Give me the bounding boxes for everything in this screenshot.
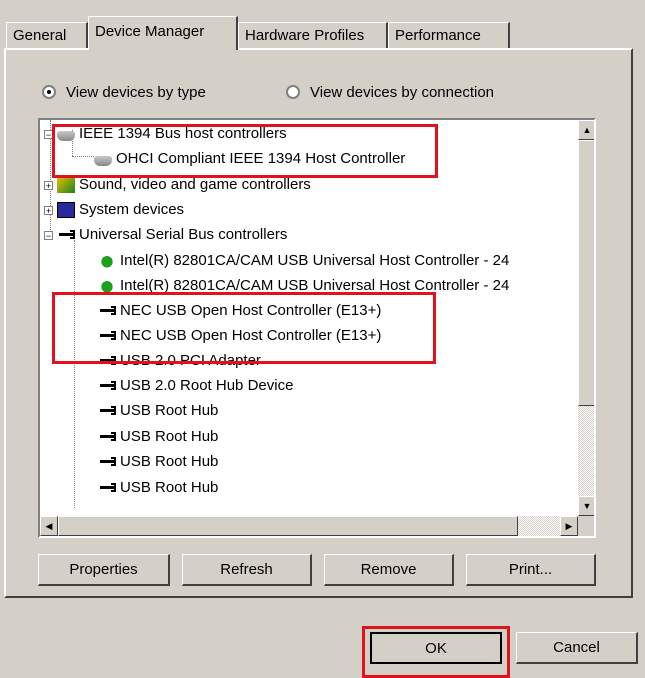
sound-icon — [57, 177, 75, 193]
tree-item-intel-1[interactable]: Intel(R) 82801CA/CAM USB Universal Host … — [98, 249, 509, 273]
view-by-connection-radio[interactable]: View devices by connection — [286, 80, 494, 104]
tab-performance[interactable]: Performance — [388, 22, 510, 48]
scroll-left-button[interactable]: ◀ — [40, 516, 58, 536]
print-button[interactable]: Print... — [466, 554, 596, 586]
properties-button[interactable]: Properties — [38, 554, 170, 586]
tree-item-root-hub-2[interactable]: USB Root Hub — [98, 425, 218, 449]
cancel-button[interactable]: Cancel — [516, 632, 638, 664]
view-by-type-radio[interactable]: View devices by type — [42, 80, 206, 104]
expand-icon[interactable]: + — [44, 180, 53, 190]
tree-item-usb20-adapter[interactable]: USB 2.0 PCI Adapter — [98, 349, 261, 373]
computer-icon — [57, 202, 75, 218]
controller-icon — [57, 131, 75, 141]
vertical-scrollbar[interactable]: ▲ ▼ — [578, 120, 594, 516]
usb-icon — [57, 228, 75, 242]
usb-icon — [98, 329, 116, 343]
usb-icon — [98, 455, 116, 469]
usb-icon — [98, 404, 116, 418]
radio-checked-icon — [42, 85, 56, 99]
tree-item-root-hub-1[interactable]: USB Root Hub — [98, 399, 218, 423]
vertical-scroll-thumb[interactable] — [578, 140, 594, 406]
tree-item-ohci[interactable]: OHCI Compliant IEEE 1394 Host Controller — [94, 147, 405, 171]
usb-icon — [98, 304, 116, 318]
tab-general[interactable]: General — [6, 22, 88, 48]
tree-item-usb20-root-hub[interactable]: USB 2.0 Root Hub Device — [98, 374, 293, 398]
ok-button[interactable]: OK — [370, 632, 502, 664]
tree-item-sound[interactable]: + Sound, video and game controllers — [44, 173, 311, 197]
scroll-up-button[interactable]: ▲ — [578, 120, 594, 140]
usb-icon — [98, 481, 116, 495]
scrollbar-corner — [578, 516, 594, 536]
usb-warning-icon — [98, 253, 116, 269]
collapse-icon[interactable]: − — [44, 230, 53, 240]
scroll-down-button[interactable]: ▼ — [578, 496, 594, 516]
device-tree[interactable]: − IEEE 1394 Bus host controllers OHCI Co… — [38, 118, 596, 538]
tree-item-ieee1394-group[interactable]: − IEEE 1394 Bus host controllers — [44, 122, 287, 146]
controller-icon — [94, 156, 112, 166]
scroll-right-button[interactable]: ▶ — [560, 516, 578, 536]
tree-item-root-hub-4[interactable]: USB Root Hub — [98, 476, 218, 500]
collapse-icon[interactable]: − — [44, 129, 53, 139]
usb-warning-icon — [98, 278, 116, 294]
expand-icon[interactable]: + — [44, 205, 53, 215]
horizontal-scroll-thumb[interactable] — [58, 516, 518, 536]
tree-item-root-hub-3[interactable]: USB Root Hub — [98, 450, 218, 474]
remove-button[interactable]: Remove — [324, 554, 454, 586]
tab-device-manager[interactable]: Device Manager — [88, 16, 238, 50]
refresh-button[interactable]: Refresh — [182, 554, 312, 586]
usb-icon — [98, 379, 116, 393]
usb-icon — [98, 354, 116, 368]
tree-item-usb-group[interactable]: − Universal Serial Bus controllers — [44, 223, 287, 247]
horizontal-scrollbar[interactable]: ◀ ▶ — [40, 516, 578, 536]
tree-item-nec-2[interactable]: NEC USB Open Host Controller (E13+) — [98, 324, 381, 348]
tree-item-system[interactable]: + System devices — [44, 198, 184, 222]
tab-hardware-profiles[interactable]: Hardware Profiles — [238, 22, 388, 48]
tree-item-nec-1[interactable]: NEC USB Open Host Controller (E13+) — [98, 299, 381, 323]
radio-unchecked-icon — [286, 85, 300, 99]
tree-item-intel-2[interactable]: Intel(R) 82801CA/CAM USB Universal Host … — [98, 274, 509, 298]
usb-icon — [98, 430, 116, 444]
